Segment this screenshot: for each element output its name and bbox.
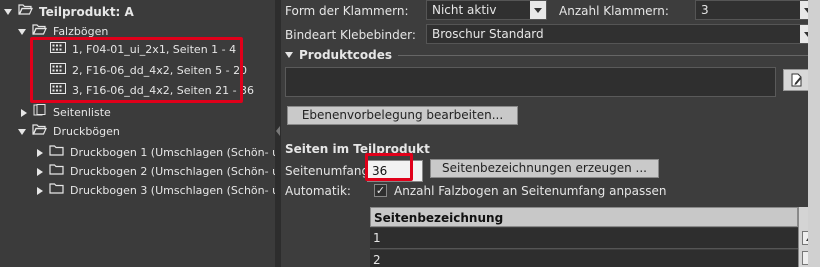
anzahl-value: 3 [701, 3, 709, 17]
sheet-grid-icon [50, 41, 66, 59]
edit-document-icon [791, 73, 802, 87]
automatik-checkbox[interactable]: ✓ [374, 184, 387, 197]
anzahl-select[interactable]: 3 [695, 0, 817, 20]
folder-open-icon [18, 3, 33, 21]
seitenumfang-input[interactable]: 36 [367, 160, 423, 182]
druckboegen-label: Druckbögen [53, 125, 120, 138]
table-row[interactable]: 2 [370, 250, 798, 267]
produktcodes-title: Produktcodes [299, 48, 393, 62]
collapse-arrow-icon[interactable] [37, 149, 43, 157]
tree-node-seitenliste[interactable]: Seitenliste [20, 104, 111, 122]
bindeart-value: Broschur Standard [432, 27, 544, 41]
automatik-checkbox-label: Anzahl Falzbogen an Seitenumfang anpasse… [394, 184, 667, 198]
collapse-arrow-icon[interactable] [37, 168, 43, 176]
pages-icon [33, 104, 47, 122]
bindeart-label: Bindeart Klebebinder: [285, 28, 416, 42]
folder-open-icon [32, 23, 47, 41]
seiten-section-title: Seiten im Teilprodukt [285, 142, 430, 156]
bindeart-select[interactable]: Broschur Standard [426, 24, 817, 44]
falzbogen-label: 1, F04-01_ui_2x1, Seiten 1 - 4 [72, 43, 237, 56]
tree-item-druckbogen-1[interactable]: Druckbogen 1 (Umschlagen (Schön- und Wid… [36, 144, 275, 162]
tree-node-druckboegen[interactable]: Druckbögen [18, 123, 120, 141]
klammern-value: Nicht aktiv [432, 3, 497, 17]
table-header: Seitenbezeichnung [370, 207, 798, 227]
automatik-label: Automatik: [285, 184, 351, 198]
product-tree: Teilprodukt: A Falzbögen 1, F04-01_ui_2x… [0, 0, 275, 267]
expand-arrow-icon[interactable] [4, 9, 12, 15]
druckbogen-label: Druckbogen 1 (Umschlagen (Schön- und Wid… [70, 146, 275, 159]
anzahl-label: Anzahl Klammern: [559, 4, 669, 18]
folder-icon [49, 182, 64, 200]
seitenliste-label: Seitenliste [53, 106, 111, 119]
panel-scrollbar[interactable] [808, 0, 820, 267]
tree-root-label: Teilprodukt: A [39, 5, 134, 19]
falzbogen-label: 3, F16-06_dd_4x2, Seiten 21 - 36 [72, 84, 255, 97]
produktcodes-section[interactable]: Produktcodes [285, 48, 811, 62]
tree-item-druckbogen-3[interactable]: Druckbogen 3 (Umschlagen (Schön- und Wid… [36, 182, 275, 200]
seitenbezeichnungen-button[interactable]: Seitenbezeichnungen erzeugen ... [430, 159, 659, 178]
produktcodes-field[interactable] [285, 67, 776, 97]
folder-open-icon [32, 123, 47, 141]
klammern-select[interactable]: Nicht aktiv [426, 0, 547, 20]
collapse-arrow-icon[interactable] [21, 109, 27, 117]
falzbogen-label: 2, F16-06_dd_4x2, Seiten 5 - 20 [72, 64, 248, 77]
druckbogen-label: Druckbogen 2 (Umschlagen (Schön- und Wid… [70, 165, 275, 178]
sheet-grid-icon [50, 82, 66, 100]
collapse-left-icon[interactable] [276, 126, 280, 136]
sheet-grid-icon [50, 62, 66, 80]
tree-node-falzboegen[interactable]: Falzbögen [18, 23, 108, 41]
folder-icon [49, 163, 64, 181]
druckbogen-label: Druckbogen 3 (Umschlagen (Schön- und Wid… [70, 184, 275, 197]
expand-arrow-icon[interactable] [285, 52, 293, 58]
seitenumfang-label: Seitenumfang: [285, 164, 374, 178]
falzboegen-label: Falzbögen [53, 25, 109, 38]
folder-icon [49, 144, 64, 162]
expand-arrow-icon[interactable] [18, 29, 26, 35]
tree-item-falzbogen-2[interactable]: 2, F16-06_dd_4x2, Seiten 5 - 20 [50, 62, 247, 80]
chevron-down-icon[interactable] [530, 1, 546, 19]
tree-item-falzbogen-3[interactable]: 3, F16-06_dd_4x2, Seiten 21 - 36 [50, 82, 254, 100]
expand-arrow-icon[interactable] [18, 129, 26, 135]
table-row[interactable]: 1 [370, 228, 798, 249]
ebenen-button[interactable]: Ebenenvorbelegung bearbeiten... [287, 106, 518, 125]
collapse-arrow-icon[interactable] [37, 187, 43, 195]
edit-document-button[interactable] [783, 69, 809, 91]
tree-item-druckbogen-2[interactable]: Druckbogen 2 (Umschlagen (Schön- und Wid… [36, 163, 275, 181]
klammern-label: Form der Klammern: [285, 4, 409, 18]
tree-item-falzbogen-1[interactable]: 1, F04-01_ui_2x1, Seiten 1 - 4 [50, 41, 236, 59]
tree-node-teilprodukt[interactable]: Teilprodukt: A [4, 3, 134, 21]
properties-panel: Form der Klammern: Nicht aktiv Anzahl Kl… [281, 0, 820, 267]
seitenbezeichnung-table: Seitenbezeichnung 1 2 [370, 207, 819, 267]
section-divider [398, 54, 811, 56]
